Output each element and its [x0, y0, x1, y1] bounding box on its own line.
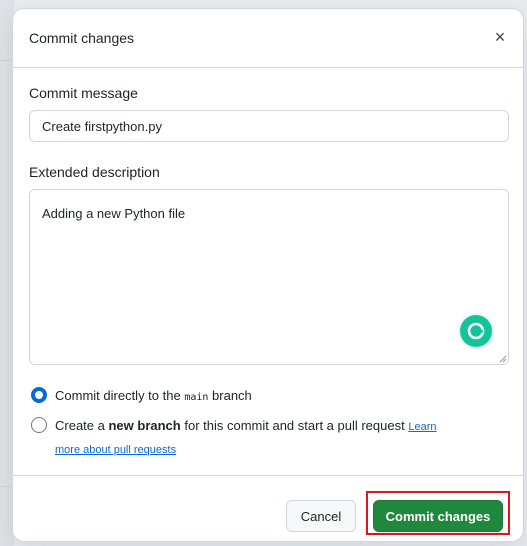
dialog-title: Commit changes — [29, 30, 135, 46]
extended-description-textarea[interactable]: Adding a new Python file — [29, 189, 509, 365]
branch-name: main — [184, 392, 209, 403]
commit-message-input[interactable] — [29, 110, 509, 142]
commit-direct-radio[interactable] — [31, 387, 47, 403]
learn-more-link-continued[interactable]: more about pull requests — [55, 444, 176, 456]
commit-direct-text: Commit directly to the — [55, 388, 185, 403]
commit-direct-label: Commit directly to the main branch — [55, 388, 252, 403]
commit-direct-option[interactable]: Commit directly to the main branch — [31, 387, 501, 405]
commit-message-label: Commit message — [29, 85, 138, 101]
new-branch-option[interactable]: Create a new branch for this commit and … — [31, 417, 501, 459]
close-button[interactable]: × — [487, 24, 513, 50]
commit-changes-button[interactable]: Commit changes — [373, 500, 503, 532]
dialog-header: Commit changes × — [13, 9, 523, 68]
extended-description-label: Extended description — [29, 164, 160, 180]
dialog-footer: Cancel Commit changes — [13, 475, 523, 541]
commit-dialog: Commit changes × Commit message Extended… — [12, 8, 524, 542]
new-branch-label: Create a new branch for this commit and … — [55, 418, 436, 433]
commit-direct-suffix: branch — [208, 388, 252, 403]
new-branch-radio[interactable] — [31, 417, 47, 433]
resize-handle-icon[interactable] — [499, 355, 507, 363]
learn-more-link[interactable]: Learn — [408, 421, 436, 433]
new-branch-bold: new branch — [108, 418, 181, 433]
new-branch-suffix: for this commit and start a pull request — [180, 418, 409, 433]
learn-more-link-continued-wrap: more about pull requests — [55, 441, 176, 456]
close-icon: × — [494, 27, 506, 47]
cancel-button[interactable]: Cancel — [286, 500, 356, 532]
grammarly-icon[interactable] — [460, 315, 492, 347]
new-branch-text: Create a — [55, 418, 109, 433]
